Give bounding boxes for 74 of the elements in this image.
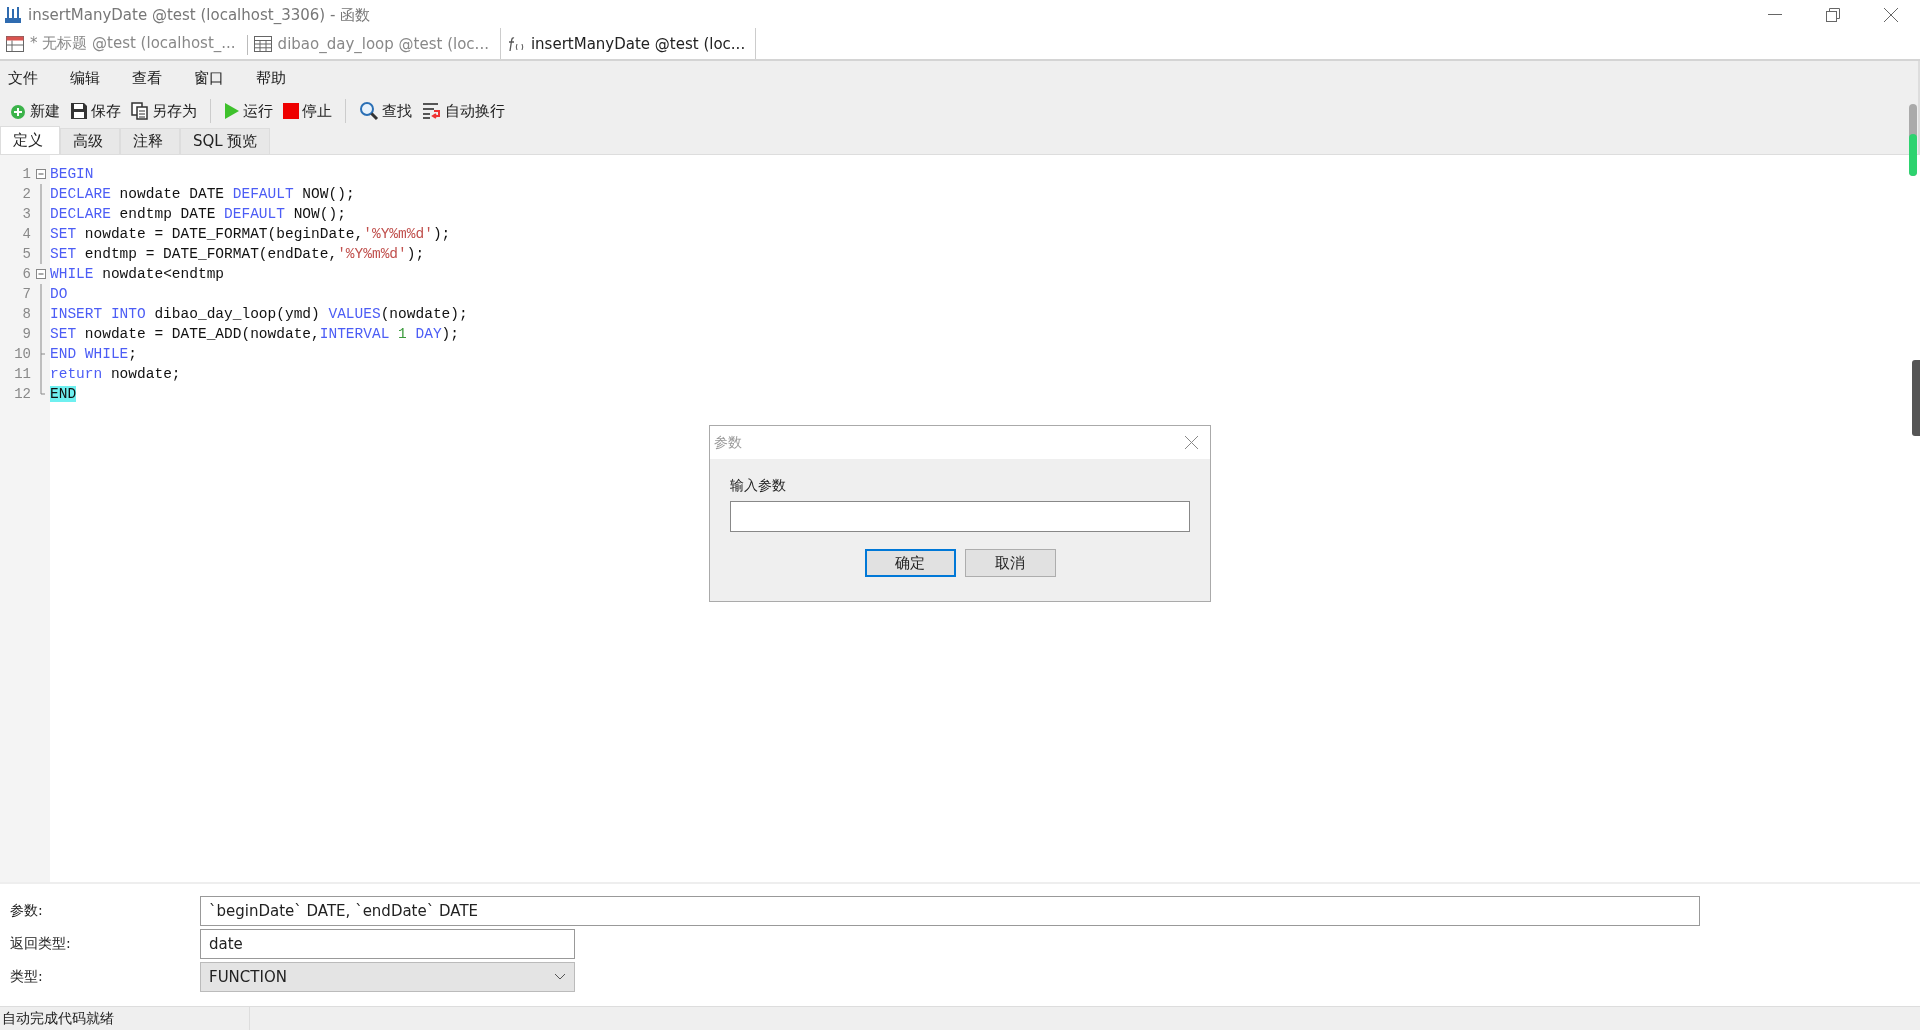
code-line: DO <box>50 286 68 302</box>
add-icon <box>9 102 27 120</box>
chevron-down-icon <box>554 973 566 981</box>
line-number: 5 <box>21 246 31 262</box>
code-line: return nowdate; <box>50 366 181 382</box>
line-number: 6 <box>21 266 31 282</box>
line-number: 11 <box>13 366 31 382</box>
fold-toggle-icon[interactable] <box>36 169 46 179</box>
restore-icon <box>1826 8 1840 22</box>
editor-tab[interactable]: 高级 <box>60 128 120 154</box>
function-icon <box>506 35 525 52</box>
menu-item[interactable]: 帮助 <box>256 68 318 88</box>
fold-line <box>40 364 42 384</box>
type-select[interactable]: FUNCTION <box>200 962 575 992</box>
dialog-button[interactable]: 取消 <box>964 549 1056 577</box>
toolbar-button[interactable]: 自动换行 <box>419 101 508 121</box>
toolbar-button[interactable]: 运行 <box>221 101 276 121</box>
toolbar-button[interactable]: 新建 <box>6 101 63 121</box>
toolbar-button[interactable]: 另存为 <box>128 101 200 121</box>
dialog-button[interactable]: 确定 <box>864 549 956 577</box>
close-icon <box>1884 8 1898 22</box>
code-line: INSERT INTO dibao_day_loop(ymd) VALUES(nowdate); <box>50 306 468 322</box>
scroll-marker-icon <box>1908 104 1918 176</box>
toolbar-button[interactable]: 停止 <box>280 101 335 121</box>
code-line: SET endtmp = DATE_FORMAT(endDate,'%Y%m%d'); <box>50 246 425 262</box>
text-field[interactable]: `beginDate` DATE, `endDate` DATE <box>200 896 1700 926</box>
app-icon <box>4 6 22 24</box>
toolbar-button[interactable]: 保存 <box>67 101 124 121</box>
line-number: 7 <box>21 286 31 302</box>
text-field[interactable]: date <box>200 929 575 959</box>
side-handle[interactable] <box>1912 360 1920 436</box>
editor-tab[interactable]: 注释 <box>120 128 180 154</box>
close-icon[interactable] <box>1185 436 1198 449</box>
line-number: 10 <box>13 346 31 362</box>
line-number: 9 <box>21 326 31 342</box>
code-line: DECLARE endtmp DATE DEFAULT NOW(); <box>50 206 346 222</box>
code-line: DECLARE nowdate DATE DEFAULT NOW(); <box>50 186 355 202</box>
code-line: SET nowdate = DATE_FORMAT(beginDate,'%Y%m%d'); <box>50 226 451 242</box>
save-icon <box>70 102 88 120</box>
line-number: 1 <box>21 166 31 182</box>
line-number: 2 <box>21 186 31 202</box>
minimize-icon <box>1768 14 1782 16</box>
field-label: 类型: <box>9 968 44 986</box>
table-icon <box>253 35 272 52</box>
code-line: BEGIN <box>50 166 94 182</box>
menu-item[interactable]: 窗口 <box>194 68 256 88</box>
menu-item[interactable]: 文件 <box>8 68 70 88</box>
input-label: 输入参数 <box>730 477 787 495</box>
play-icon <box>224 102 240 120</box>
field-label: 返回类型: <box>9 935 72 953</box>
line-number: 4 <box>21 226 31 242</box>
dialog-title: 参数 <box>714 433 742 452</box>
code-line: WHILE nowdate<endtmp <box>50 266 225 282</box>
line-number: 8 <box>21 306 31 322</box>
field-label: 参数: <box>9 902 44 920</box>
wrap-icon <box>422 102 442 120</box>
editor-tab[interactable]: 定义 <box>0 126 60 154</box>
stop-icon <box>283 103 299 119</box>
parameter-input[interactable] <box>730 501 1190 532</box>
line-number: 12 <box>13 386 31 402</box>
fold-toggle-icon[interactable] <box>36 269 46 279</box>
editor-tab[interactable]: SQL 预览 <box>180 128 271 154</box>
document-tab[interactable]: insertManyDate @test (loc... <box>499 28 757 59</box>
query-icon <box>6 35 24 52</box>
status-text: 自动完成代码就绪 <box>0 1007 250 1030</box>
copy-icon <box>131 102 149 120</box>
search-icon <box>359 101 379 121</box>
window-title: insertManyDate @test (localhost_3306) - 函数 <box>28 5 371 25</box>
code-line: END WHILE; <box>50 346 138 362</box>
menu-item[interactable]: 查看 <box>132 68 194 88</box>
line-number: 3 <box>21 206 31 222</box>
toolbar-button[interactable]: 查找 <box>356 101 415 121</box>
menu-item[interactable]: 编辑 <box>70 68 132 88</box>
code-line: SET nowdate = DATE_ADD(nowdate,INTERVAL 1 DAY); <box>50 326 459 342</box>
